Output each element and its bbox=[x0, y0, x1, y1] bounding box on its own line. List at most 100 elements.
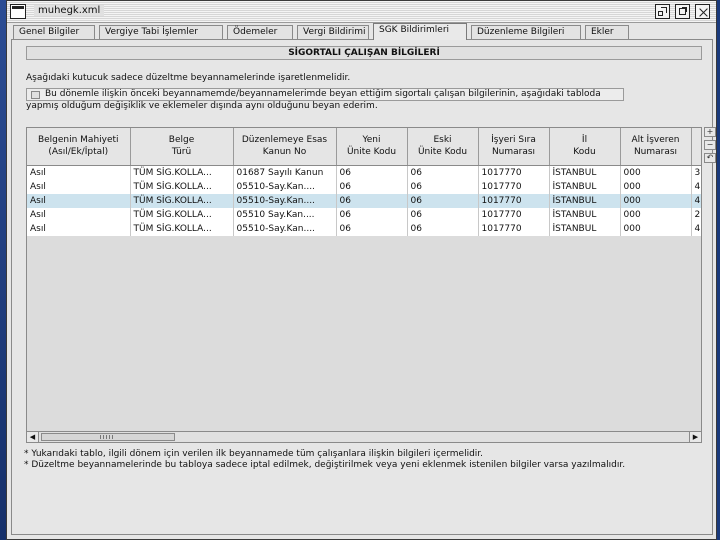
scroll-thumb[interactable] bbox=[41, 433, 175, 441]
col-header-line: Türü bbox=[171, 147, 192, 158]
table-cell[interactable]: 06 bbox=[407, 207, 479, 222]
table-cell[interactable]: 000 bbox=[620, 179, 692, 194]
table-row[interactable]: Asıl TÜM SİG.KOLLA... 05510-Say.Kan.... 06 0… bbox=[27, 179, 701, 194]
table-cell[interactable]: Asıl bbox=[27, 193, 131, 208]
table-cell[interactable]: Asıl bbox=[27, 179, 131, 194]
table-cell[interactable]: 05510-Say.Kan.... bbox=[233, 221, 337, 236]
table-cell[interactable]: 4 bbox=[691, 193, 701, 208]
col-header-yeni-unite[interactable]: Yeni Ünite Kodu bbox=[336, 128, 408, 166]
close-icon bbox=[698, 7, 707, 16]
col-header-line: İl bbox=[581, 135, 588, 146]
table-cell[interactable]: 000 bbox=[620, 207, 692, 222]
table-cell[interactable]: 1017770 bbox=[478, 165, 550, 180]
table-cell[interactable]: 4 bbox=[691, 179, 701, 194]
table-cell[interactable]: TÜM SİG.KOLLA... bbox=[130, 179, 234, 194]
col-header-line: Alt İşveren bbox=[631, 135, 680, 146]
table-cell[interactable]: 06 bbox=[407, 193, 479, 208]
table-cell[interactable]: 06 bbox=[336, 193, 408, 208]
table-header: Belgenin Mahiyeti (Asıl/Ek/İptal) Belge Tü… bbox=[27, 128, 701, 166]
tab-ekler[interactable]: Ekler bbox=[585, 25, 629, 39]
col-header-line: Eski bbox=[433, 135, 452, 146]
table-row[interactable]: Asıl TÜM SİG.KOLLA... 01687 Sayılı Kanun 06… bbox=[27, 165, 701, 180]
table-row[interactable]: Asıl TÜM SİG.KOLLA... 05510-Say.Kan.... 06 0… bbox=[27, 193, 701, 208]
table-cell[interactable]: İSTANBUL bbox=[549, 207, 621, 222]
tab-duzenleme-bilgileri[interactable]: Düzenleme Bilgileri bbox=[471, 25, 581, 39]
declaration-checkbox-label-cont: yapmış olduğum değişiklik ve eklemeler d… bbox=[26, 101, 378, 111]
table-cell[interactable]: 3 bbox=[691, 165, 701, 180]
window-title: muhegk.xml bbox=[34, 5, 105, 16]
scroll-left-icon[interactable]: ◀ bbox=[27, 432, 39, 442]
table-cell[interactable]: 1017770 bbox=[478, 207, 550, 222]
table-cell[interactable]: İSTANBUL bbox=[549, 179, 621, 194]
employee-table: Belgenin Mahiyeti (Asıl/Ek/İptal) Belge Tü… bbox=[26, 127, 702, 443]
remove-row-icon[interactable]: − bbox=[704, 140, 716, 150]
table-cell[interactable]: 000 bbox=[620, 193, 692, 208]
col-header-belge-turu[interactable]: Belge Türü bbox=[130, 128, 234, 166]
table-empty-area bbox=[27, 235, 701, 442]
table-cell[interactable]: 000 bbox=[620, 221, 692, 236]
table-cell[interactable]: İSTANBUL bbox=[549, 221, 621, 236]
table-cell[interactable]: 05510 Say.Kan.... bbox=[233, 207, 337, 222]
tab-vergi-bildirimi[interactable]: Vergi Bildirimi bbox=[297, 25, 369, 39]
minimize-icon bbox=[658, 11, 663, 16]
table-cell[interactable]: 06 bbox=[407, 221, 479, 236]
table-cell[interactable]: Asıl bbox=[27, 165, 131, 180]
horizontal-scrollbar[interactable]: ◀ ▶ bbox=[26, 431, 702, 443]
table-cell[interactable]: 1017770 bbox=[478, 221, 550, 236]
table-cell[interactable]: 1017770 bbox=[478, 193, 550, 208]
footnote-1: * Yukarıdaki tablo, ilgili dönem için ve… bbox=[24, 449, 484, 459]
table-cell[interactable]: 06 bbox=[336, 221, 408, 236]
table-cell[interactable]: 06 bbox=[407, 179, 479, 194]
table-cell[interactable]: TÜM SİG.KOLLA... bbox=[130, 165, 234, 180]
table-cell[interactable]: TÜM SİG.KOLLA... bbox=[130, 193, 234, 208]
table-cell[interactable]: İSTANBUL bbox=[549, 193, 621, 208]
table-cell[interactable]: Asıl bbox=[27, 207, 131, 222]
maximize-button[interactable] bbox=[675, 4, 690, 19]
col-header-il-kodu[interactable]: İl Kodu bbox=[549, 128, 621, 166]
tab-vergiye-tabi-islemler[interactable]: Vergiye Tabi İşlemler bbox=[99, 25, 223, 39]
table-cell[interactable]: 05510-Say.Kan.... bbox=[233, 193, 337, 208]
window-icon[interactable] bbox=[10, 4, 26, 19]
table-cell[interactable]: 06 bbox=[407, 165, 479, 180]
maximize-icon bbox=[679, 8, 686, 15]
table-cell[interactable]: 000 bbox=[620, 165, 692, 180]
col-header-isyeri-sira[interactable]: İşyeri Sıra Numarası bbox=[478, 128, 550, 166]
table-cell[interactable]: 05510-Say.Kan.... bbox=[233, 179, 337, 194]
table-cell[interactable]: 2 bbox=[691, 207, 701, 222]
table-cell[interactable]: İSTANBUL bbox=[549, 165, 621, 180]
sgk-panel: SİGORTALI ÇALIŞAN BİLGİLERİ Aşağıdaki ku… bbox=[11, 39, 716, 535]
table-cell[interactable]: Asıl bbox=[27, 221, 131, 236]
table-cell[interactable]: 06 bbox=[336, 165, 408, 180]
table-cell[interactable]: 06 bbox=[336, 207, 408, 222]
add-row-icon[interactable]: + bbox=[704, 127, 716, 137]
table-cell[interactable]: 06 bbox=[336, 179, 408, 194]
table-cell[interactable]: 4 bbox=[691, 221, 701, 236]
table-cell[interactable]: TÜM SİG.KOLLA... bbox=[130, 207, 234, 222]
col-header-kanun-no[interactable]: Düzenlemeye Esas Kanun No bbox=[233, 128, 337, 166]
tab-genel-bilgiler[interactable]: Genel Bilgiler bbox=[13, 25, 95, 39]
table-cell[interactable]: TÜM SİG.KOLLA... bbox=[130, 221, 234, 236]
col-header-alt-isveren[interactable]: Alt İşveren Numarası bbox=[620, 128, 692, 166]
declaration-checkbox[interactable] bbox=[31, 91, 40, 99]
scroll-right-icon[interactable]: ▶ bbox=[689, 432, 701, 442]
table-row[interactable]: Asıl TÜM SİG.KOLLA... 05510-Say.Kan.... 06 0… bbox=[27, 221, 701, 236]
col-header-belge-mahiyeti[interactable]: Belgenin Mahiyeti (Asıl/Ek/İptal) bbox=[27, 128, 131, 166]
col-header-line: Kodu bbox=[573, 147, 596, 158]
col-header-overflow[interactable] bbox=[691, 128, 701, 166]
title-bar[interactable]: muhegk.xml bbox=[7, 1, 716, 23]
table-row[interactable]: Asıl TÜM SİG.KOLLA... 05510 Say.Kan.... 06 0… bbox=[27, 207, 701, 222]
tab-sgk-bildirimleri[interactable]: SGK Bildirimleri bbox=[373, 23, 467, 40]
table-cell[interactable]: 01687 Sayılı Kanun bbox=[233, 165, 337, 180]
tab-bar: Genel Bilgiler Vergiye Tabi İşlemler Öde… bbox=[11, 23, 716, 40]
declaration-checkbox-label: Bu dönemle ilişkin önceki beyannamemde/b… bbox=[45, 89, 601, 99]
undo-icon[interactable]: ↶ bbox=[704, 153, 716, 163]
col-header-eski-unite[interactable]: Eski Ünite Kodu bbox=[407, 128, 479, 166]
tab-odemeler[interactable]: Ödemeler bbox=[227, 25, 293, 39]
close-button[interactable] bbox=[695, 4, 710, 19]
table-side-buttons: + − ↶ bbox=[704, 127, 716, 166]
minimize-button[interactable] bbox=[655, 4, 670, 19]
col-header-line: Numarası bbox=[491, 147, 536, 158]
declaration-checkbox-row[interactable]: Bu dönemle ilişkin önceki beyannamemde/b… bbox=[26, 88, 624, 101]
table-cell[interactable]: 1017770 bbox=[478, 179, 550, 194]
table-empty-cell bbox=[27, 235, 701, 442]
